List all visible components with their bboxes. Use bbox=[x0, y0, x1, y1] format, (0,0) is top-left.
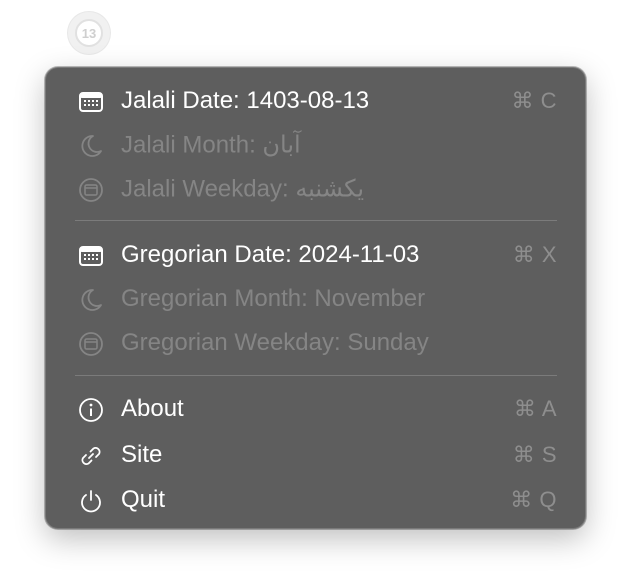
moon-icon bbox=[78, 133, 104, 159]
screen: 13 Jalali Date: 1403-08-13 ⌘ C Jalali Mo… bbox=[0, 0, 632, 584]
keyboard-shortcut: ⌘ C bbox=[511, 88, 557, 113]
link-icon bbox=[78, 443, 104, 469]
menu-item-label: Gregorian Date: 2024-11-03 bbox=[121, 241, 420, 268]
menu-bar-date-icon[interactable]: 13 bbox=[68, 12, 110, 54]
menu-separator bbox=[75, 220, 557, 221]
menu-item-label: About bbox=[121, 395, 184, 422]
menu-item-quit[interactable]: Quit ⌘ Q bbox=[46, 480, 585, 520]
keyboard-shortcut: ⌘ S bbox=[512, 442, 557, 467]
menu-item-label: Jalali Weekday: یکشنبه bbox=[121, 175, 365, 203]
dropdown-menu: Jalali Date: 1403-08-13 ⌘ C Jalali Month… bbox=[45, 67, 586, 529]
menu-item-gregorian-date[interactable]: Gregorian Date: 2024-11-03 ⌘ X bbox=[46, 235, 585, 275]
menu-item-label: Quit bbox=[121, 486, 166, 513]
menu-item-label: Jalali Month: آبان bbox=[121, 131, 301, 159]
menu-item-label: Jalali Date: 1403-08-13 bbox=[121, 87, 370, 114]
menu-item-gregorian-weekday: Gregorian Weekday: Sunday bbox=[46, 323, 585, 363]
menu-item-about[interactable]: About ⌘ A bbox=[46, 389, 585, 429]
info-icon bbox=[78, 397, 104, 423]
moon-icon bbox=[78, 287, 104, 313]
menu-separator bbox=[75, 375, 557, 376]
calendar-circle-icon bbox=[78, 331, 104, 357]
tray-day-number: 13 bbox=[75, 19, 103, 47]
menu-item-label: Site bbox=[121, 441, 163, 468]
calendar-icon bbox=[78, 243, 104, 269]
menu-item-gregorian-month: Gregorian Month: November bbox=[46, 279, 585, 319]
keyboard-shortcut: ⌘ Q bbox=[510, 487, 557, 512]
menu-item-site[interactable]: Site ⌘ S bbox=[46, 435, 585, 475]
menu-item-jalali-weekday: Jalali Weekday: یکشنبه bbox=[46, 169, 585, 209]
calendar-icon bbox=[78, 89, 104, 115]
calendar-circle-icon bbox=[78, 177, 104, 203]
menu-item-label: Gregorian Month: November bbox=[121, 285, 426, 312]
menu-item-label: Gregorian Weekday: Sunday bbox=[121, 329, 429, 356]
keyboard-shortcut: ⌘ A bbox=[513, 396, 557, 421]
menu-item-jalali-month: Jalali Month: آبان bbox=[46, 125, 585, 165]
power-icon bbox=[78, 488, 104, 514]
menu-item-jalali-date[interactable]: Jalali Date: 1403-08-13 ⌘ C bbox=[46, 81, 585, 121]
keyboard-shortcut: ⌘ X bbox=[512, 242, 557, 267]
